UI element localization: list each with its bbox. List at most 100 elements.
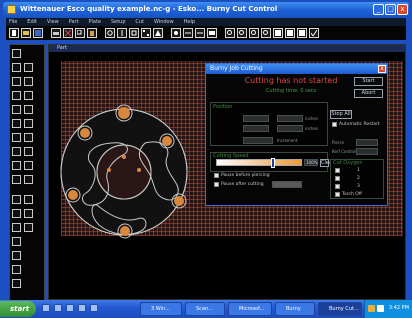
task-button-3[interactable]: Microsof... <box>228 302 272 316</box>
zoom-window-icon[interactable] <box>249 28 259 38</box>
menu-plate[interactable]: Plate <box>86 18 102 26</box>
delete-tool-icon[interactable] <box>12 175 21 184</box>
arc-tool-icon[interactable] <box>24 77 33 86</box>
measure-tool-icon[interactable] <box>24 175 33 184</box>
torch-3-checkbox[interactable] <box>335 184 340 189</box>
fillet-tool-icon[interactable] <box>12 147 21 156</box>
tool-j-icon[interactable] <box>12 279 21 288</box>
check-icon[interactable] <box>309 28 319 38</box>
menu-cut[interactable]: Cut <box>132 18 144 26</box>
increment-field[interactable] <box>243 137 273 144</box>
menu-edit[interactable]: Edit <box>24 18 37 26</box>
circle-tool-icon[interactable] <box>12 91 21 100</box>
position-y2-field[interactable] <box>277 125 303 132</box>
pause-pierce-checkbox[interactable] <box>214 173 219 178</box>
tool-h-icon[interactable] <box>12 251 21 260</box>
menu-setup[interactable]: Setup <box>108 18 126 26</box>
speed-value-field[interactable]: 100% <box>304 159 318 166</box>
speed-clear-button[interactable]: Clear <box>320 159 334 167</box>
select-tool-icon[interactable] <box>12 49 21 58</box>
automatic-restart-checkbox[interactable] <box>332 122 337 127</box>
torch-1-checkbox[interactable] <box>335 168 340 173</box>
zoom-out-icon[interactable] <box>237 28 247 38</box>
quick-launch-app-icon[interactable] <box>90 304 98 312</box>
pan-icon[interactable] <box>273 28 283 38</box>
chamfer-tool-icon[interactable] <box>24 147 33 156</box>
task-button-2[interactable]: Scan... <box>185 302 225 316</box>
line-tool-icon[interactable] <box>12 77 21 86</box>
tool-a-icon[interactable] <box>12 195 21 204</box>
settings-icon[interactable] <box>171 28 181 38</box>
quick-launch-mail-icon[interactable] <box>66 304 74 312</box>
tool-b-icon[interactable] <box>24 195 33 204</box>
save-icon[interactable] <box>33 28 43 38</box>
torch-2-checkbox[interactable] <box>335 176 340 181</box>
minimize-button[interactable]: _ <box>373 4 384 15</box>
task-button-1[interactable]: 3 Win... <box>140 302 182 316</box>
offset-tool-icon[interactable] <box>24 119 33 128</box>
paste-icon[interactable] <box>87 28 97 38</box>
point-tool-icon[interactable] <box>24 63 33 72</box>
start-button[interactable]: Start <box>354 77 383 86</box>
abort-button[interactable]: Abort <box>354 89 383 98</box>
task-button-4[interactable]: Burny <box>275 302 315 316</box>
arrow-tool-icon[interactable] <box>12 63 21 72</box>
mirror-icon[interactable] <box>117 28 127 38</box>
grid-icon[interactable] <box>285 28 295 38</box>
copy-icon[interactable] <box>75 28 85 38</box>
menu-view[interactable]: View <box>44 18 59 26</box>
task-button-5[interactable]: Burny Cut... <box>318 302 362 316</box>
quick-launch-media-icon[interactable] <box>78 304 86 312</box>
position-x-field[interactable] <box>243 115 269 122</box>
menu-part[interactable]: Part <box>66 18 79 26</box>
nest-icon[interactable] <box>153 28 163 38</box>
open-icon[interactable] <box>21 28 31 38</box>
pause-cutting-checkbox[interactable] <box>214 182 219 187</box>
path-icon[interactable] <box>195 28 205 38</box>
text-tool-icon[interactable] <box>12 105 21 114</box>
tool-d-icon[interactable] <box>24 209 33 218</box>
pause-cutting-field[interactable] <box>272 181 302 188</box>
tool-c-icon[interactable] <box>12 209 21 218</box>
pierce-field[interactable] <box>356 139 378 146</box>
stop-all-button[interactable]: Stop All <box>330 110 352 119</box>
layers-icon[interactable] <box>207 28 217 38</box>
simulate-icon[interactable] <box>297 28 307 38</box>
dialog-close-button[interactable]: x <box>378 65 386 73</box>
scale-icon[interactable] <box>129 28 139 38</box>
window-title-bar[interactable]: Wittenauer Esco quality example.nc-g - E… <box>3 2 409 18</box>
array-icon[interactable] <box>141 28 151 38</box>
torch-off-checkbox[interactable] <box>335 192 340 197</box>
tray-network-icon[interactable] <box>368 305 375 312</box>
quick-launch-browser-icon[interactable] <box>54 304 62 312</box>
zoom-in-icon[interactable] <box>225 28 235 38</box>
menu-window[interactable]: Window <box>151 18 174 26</box>
tool-i-icon[interactable] <box>12 265 21 274</box>
tool-g-icon[interactable] <box>12 237 21 246</box>
cutting-speed-thumb[interactable] <box>271 158 275 168</box>
trim-tool-icon[interactable] <box>12 133 21 142</box>
tool-f-icon[interactable] <box>24 223 33 232</box>
copy-tool-icon[interactable] <box>24 161 33 170</box>
zoom-all-icon[interactable] <box>261 28 271 38</box>
rect-tool-icon[interactable] <box>24 91 33 100</box>
new-icon[interactable] <box>9 28 19 38</box>
position-x2-field[interactable] <box>243 125 269 132</box>
position-y-field[interactable] <box>277 115 303 122</box>
quick-launch-desktop-icon[interactable] <box>42 304 50 312</box>
menu-help[interactable]: Help <box>181 18 195 26</box>
tray-volume-icon[interactable] <box>377 305 384 312</box>
extend-tool-icon[interactable] <box>24 133 33 142</box>
kerf-field[interactable] <box>356 148 378 155</box>
dialog-title-bar[interactable]: Burny Job Cutting x <box>206 64 387 74</box>
cut-icon[interactable] <box>63 28 73 38</box>
menu-file[interactable]: File <box>6 18 17 26</box>
start-button[interactable]: start <box>0 301 36 317</box>
cutting-speed-slider[interactable] <box>216 158 302 168</box>
maximize-button[interactable]: □ <box>385 4 396 15</box>
move-tool-icon[interactable] <box>12 161 21 170</box>
close-button[interactable]: x <box>397 4 408 15</box>
line-icon[interactable] <box>183 28 193 38</box>
kerf-tool-icon[interactable] <box>12 119 21 128</box>
print-icon[interactable] <box>51 28 61 38</box>
